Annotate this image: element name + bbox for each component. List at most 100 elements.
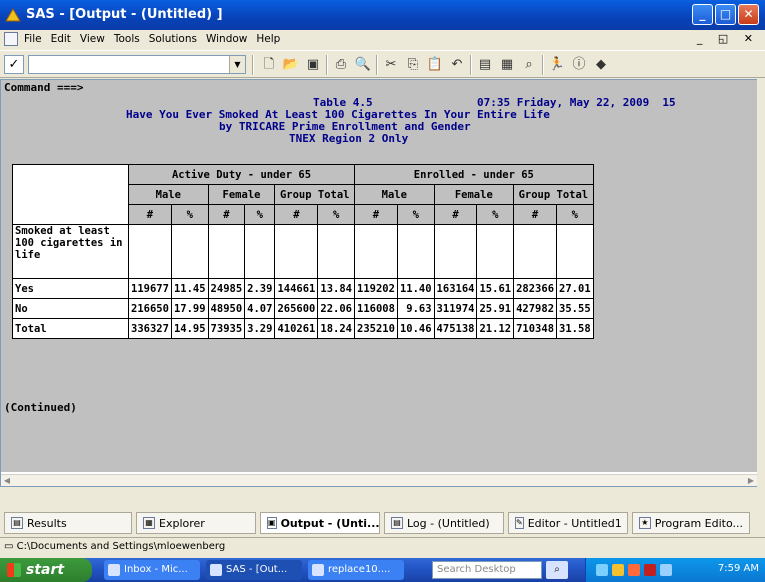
- stat-header: #: [128, 204, 172, 225]
- subgroup-header: Group Total: [513, 184, 594, 205]
- cell: 4.07: [244, 298, 276, 319]
- open-icon[interactable]: 📂: [282, 56, 300, 74]
- submit-check-button[interactable]: ✓: [4, 55, 24, 74]
- notification-icon[interactable]: [628, 564, 640, 576]
- start-button[interactable]: start: [0, 558, 92, 582]
- table-row: Total 336327 14.95 73935 3.29 410261 18.…: [12, 318, 594, 339]
- document-icon[interactable]: [4, 32, 18, 46]
- library-icon[interactable]: ▤: [476, 56, 494, 74]
- system-tray: 7:59 AM: [585, 558, 765, 582]
- toolbar: ✓ ▼ 🗋 📂 ▣ ⎙ 🔍 ✂ ⎘ 📋 ↶ ▤ ▦ ⌕ 🏃 ⓘ ◆: [0, 50, 765, 78]
- menu-view[interactable]: View: [80, 33, 105, 45]
- cell: 116008: [354, 298, 398, 319]
- subgroup-header: Male: [354, 184, 435, 205]
- chevron-down-icon[interactable]: ▼: [229, 56, 245, 73]
- row-label: No: [12, 298, 129, 319]
- title-bar: SAS - [Output - (Untitled) ] _ □ ✕: [0, 0, 765, 30]
- explorer-icon[interactable]: ▦: [498, 56, 516, 74]
- desktop-search-input[interactable]: Search Desktop: [432, 561, 542, 579]
- taskbar-item-inbox[interactable]: Inbox - Mic...: [104, 560, 200, 580]
- stat-header: %: [170, 204, 209, 225]
- taskbar-item-replace[interactable]: replace10....: [308, 560, 404, 580]
- menu-bar: File Edit View Tools Solutions Window He…: [0, 30, 765, 50]
- cell: 3.29: [244, 318, 276, 339]
- stat-header: %: [244, 204, 276, 225]
- find-icon[interactable]: ⌕: [520, 56, 538, 74]
- results-icon: ▤: [11, 517, 23, 529]
- tab-output[interactable]: ▣ Output - (Unti...: [260, 512, 380, 534]
- window-title: SAS - [Output - (Untitled) ]: [26, 7, 223, 22]
- continued-label: (Continued): [4, 401, 77, 414]
- table-row: No 216650 17.99 48950 4.07 265600 22.06 …: [12, 298, 594, 319]
- taskbar-item-sas[interactable]: SAS - [Out...: [206, 560, 302, 580]
- cell: 13.84: [317, 278, 355, 299]
- group-header: Active Duty - under 65: [128, 164, 355, 185]
- menu-tools[interactable]: Tools: [114, 33, 140, 45]
- cut-icon[interactable]: ✂: [382, 56, 400, 74]
- print-icon[interactable]: ⎙: [332, 56, 350, 74]
- cell: 311974: [433, 298, 478, 319]
- tab-results[interactable]: ▤ Results: [4, 512, 132, 534]
- horizontal-scrollbar[interactable]: ◀ ▶: [1, 474, 757, 486]
- tab-program-editor[interactable]: ★ Program Edito...: [632, 512, 750, 534]
- cell: 2.39: [244, 278, 276, 299]
- break-icon[interactable]: ⓘ: [570, 56, 588, 74]
- toolbar-separator: [470, 55, 472, 75]
- sas-app-icon: [5, 8, 21, 22]
- network-icon[interactable]: [596, 564, 608, 576]
- norton-icon[interactable]: [644, 564, 656, 576]
- tab-log[interactable]: ▤ Log - (Untitled): [384, 512, 504, 534]
- copy-icon[interactable]: ⎘: [404, 56, 422, 74]
- run-icon[interactable]: 🏃: [548, 56, 566, 74]
- cell: 21.12: [476, 318, 515, 339]
- search-icon[interactable]: ⌕: [546, 561, 568, 579]
- sas-icon: [210, 564, 222, 576]
- cell: 119677: [128, 278, 172, 299]
- windows-logo-icon: [7, 563, 21, 577]
- mdi-controls[interactable]: _ ◱ ✕: [697, 32, 759, 45]
- cell: 11.40: [396, 278, 435, 299]
- subgroup-header: Group Total: [274, 184, 355, 205]
- new-icon[interactable]: 🗋: [260, 56, 278, 74]
- paste-icon[interactable]: 📋: [426, 56, 444, 74]
- close-button[interactable]: ✕: [738, 4, 759, 25]
- scroll-right-icon[interactable]: ▶: [745, 475, 757, 486]
- row-title: Smoked at least 100 cigarettes in life: [12, 224, 129, 279]
- scroll-left-icon[interactable]: ◀: [1, 475, 13, 486]
- print-preview-icon[interactable]: 🔍: [354, 56, 372, 74]
- cell: 11.45: [170, 278, 209, 299]
- editor-icon: ✎: [515, 517, 524, 529]
- menu-window[interactable]: Window: [206, 33, 247, 45]
- command-box[interactable]: ▼: [28, 55, 246, 74]
- explorer-icon: ▦: [143, 517, 155, 529]
- output-icon: ▣: [267, 517, 277, 529]
- stat-header: #: [513, 204, 558, 225]
- menu-edit[interactable]: Edit: [51, 33, 71, 45]
- group-header: Enrolled - under 65: [354, 164, 594, 185]
- status-bar: ▭ C:\Documents and Settings\mloewenberg: [0, 537, 765, 555]
- tab-editor[interactable]: ✎ Editor - Untitled1: [508, 512, 628, 534]
- window-tabs: ▤ Results ▦ Explorer ▣ Output - (Unti... ▤ L…: [0, 510, 765, 535]
- help-icon[interactable]: ◆: [592, 56, 610, 74]
- stat-header: %: [317, 204, 355, 225]
- command-prompt: Command ===>: [4, 81, 84, 94]
- menu-help[interactable]: Help: [256, 33, 280, 45]
- cell: 25.91: [476, 298, 515, 319]
- results-table: Active Duty - under 65 Enrolled - under …: [12, 164, 594, 339]
- menu-file[interactable]: File: [24, 33, 42, 45]
- tab-explorer[interactable]: ▦ Explorer: [136, 512, 256, 534]
- minimize-button[interactable]: _: [692, 4, 713, 25]
- vertical-scrollbar[interactable]: [757, 79, 765, 487]
- menu-solutions[interactable]: Solutions: [149, 33, 197, 45]
- volume-icon[interactable]: [660, 564, 672, 576]
- toolbar-separator: [542, 55, 544, 75]
- undo-icon[interactable]: ↶: [448, 56, 466, 74]
- cell: 119202: [354, 278, 398, 299]
- output-window[interactable]: Command ===> Table 4.5 07:35 Friday, May…: [0, 79, 758, 487]
- save-icon[interactable]: ▣: [304, 56, 322, 74]
- status-path: C:\Documents and Settings\mloewenberg: [16, 541, 226, 552]
- toolbar-separator: [252, 55, 254, 75]
- security-icon[interactable]: [612, 564, 624, 576]
- cell: 17.99: [170, 298, 209, 319]
- maximize-button[interactable]: □: [715, 4, 736, 25]
